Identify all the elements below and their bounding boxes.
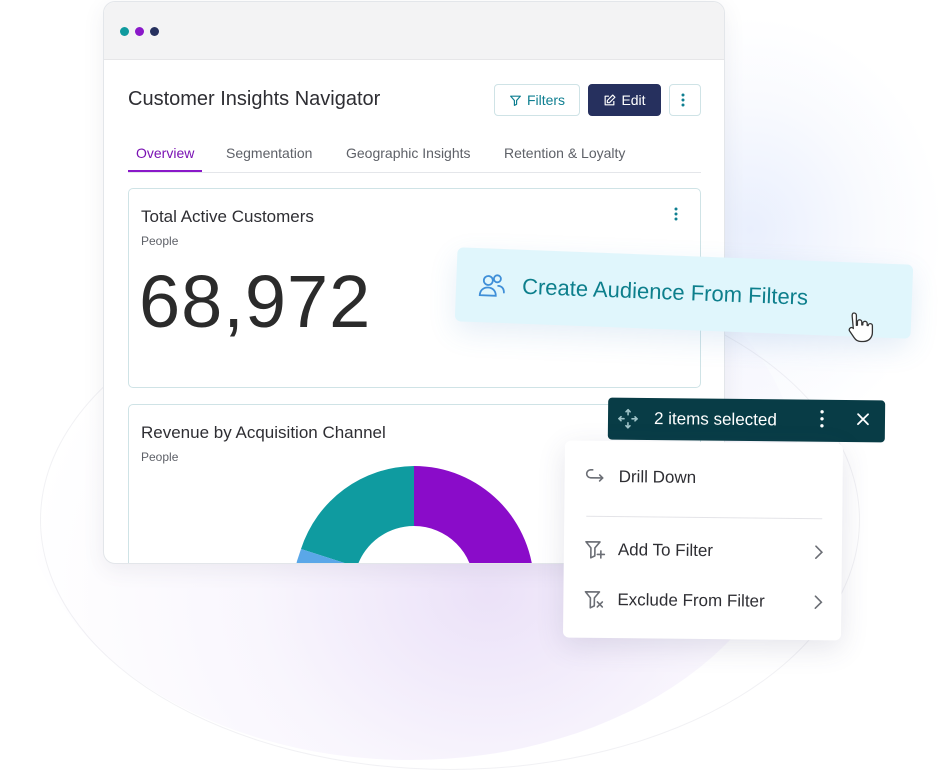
tab-overview[interactable]: Overview bbox=[136, 145, 194, 161]
context-menu: Drill Down Add To Filter Exclude From Fi… bbox=[562, 440, 844, 641]
filters-button-label: Filters bbox=[526, 92, 566, 108]
window-titlebar bbox=[104, 2, 724, 60]
filter-add-icon bbox=[584, 539, 606, 561]
menu-item-label: Exclude From Filter bbox=[617, 590, 765, 611]
tab-retention-loyalty[interactable]: Retention & Loyalty bbox=[504, 145, 625, 161]
filter-exclude-icon bbox=[583, 589, 605, 611]
selection-more-button[interactable] bbox=[820, 410, 824, 433]
drill-down-icon bbox=[585, 467, 607, 487]
chevron-right-icon bbox=[814, 544, 824, 560]
close-icon[interactable] bbox=[856, 412, 870, 426]
card-menu-button[interactable] bbox=[674, 207, 678, 226]
edit-button-label: Edit bbox=[621, 92, 646, 108]
menu-item-label: Add To Filter bbox=[617, 540, 714, 561]
window-dot-teal bbox=[120, 27, 129, 36]
create-audience-label: Create Audience From Filters bbox=[521, 273, 809, 310]
menu-item-label: Drill Down bbox=[618, 467, 697, 487]
window-dot-purple bbox=[135, 27, 144, 36]
filter-icon bbox=[509, 95, 521, 106]
kpi-value: 68,972 bbox=[139, 260, 372, 343]
selection-bar: 2 items selected bbox=[607, 397, 886, 443]
kebab-icon bbox=[674, 207, 678, 221]
kebab-icon bbox=[681, 93, 684, 107]
hand-cursor-icon bbox=[846, 310, 876, 349]
tab-geographic-insights[interactable]: Geographic Insights bbox=[346, 145, 471, 161]
more-options-button[interactable] bbox=[669, 84, 701, 116]
tab-segmentation[interactable]: Segmentation bbox=[226, 145, 312, 161]
menu-item-add-to-filter[interactable]: Add To Filter bbox=[584, 539, 824, 564]
active-tab-indicator bbox=[128, 170, 202, 172]
tab-bar: Overview Segmentation Geographic Insight… bbox=[128, 138, 701, 173]
donut-segment-teal[interactable] bbox=[301, 466, 414, 564]
card-title: Total Active Customers bbox=[141, 207, 314, 226]
move-icon[interactable] bbox=[617, 408, 639, 429]
menu-divider bbox=[586, 515, 823, 520]
window-dot-navy bbox=[150, 27, 159, 36]
kebab-icon bbox=[820, 410, 824, 428]
edit-button[interactable]: Edit bbox=[588, 84, 661, 116]
menu-item-exclude-from-filter[interactable]: Exclude From Filter bbox=[583, 589, 823, 614]
edit-icon bbox=[605, 93, 616, 105]
selection-count-label: 2 items selected bbox=[653, 409, 777, 430]
page-title: Customer Insights Navigator bbox=[128, 88, 381, 110]
menu-item-drill-down[interactable]: Drill Down bbox=[585, 467, 825, 490]
card-subtitle: People bbox=[141, 234, 179, 248]
people-icon bbox=[478, 272, 507, 299]
filters-button[interactable]: Filters bbox=[494, 84, 580, 116]
donut-segment-purple[interactable] bbox=[414, 466, 534, 564]
chevron-right-icon bbox=[813, 594, 823, 610]
